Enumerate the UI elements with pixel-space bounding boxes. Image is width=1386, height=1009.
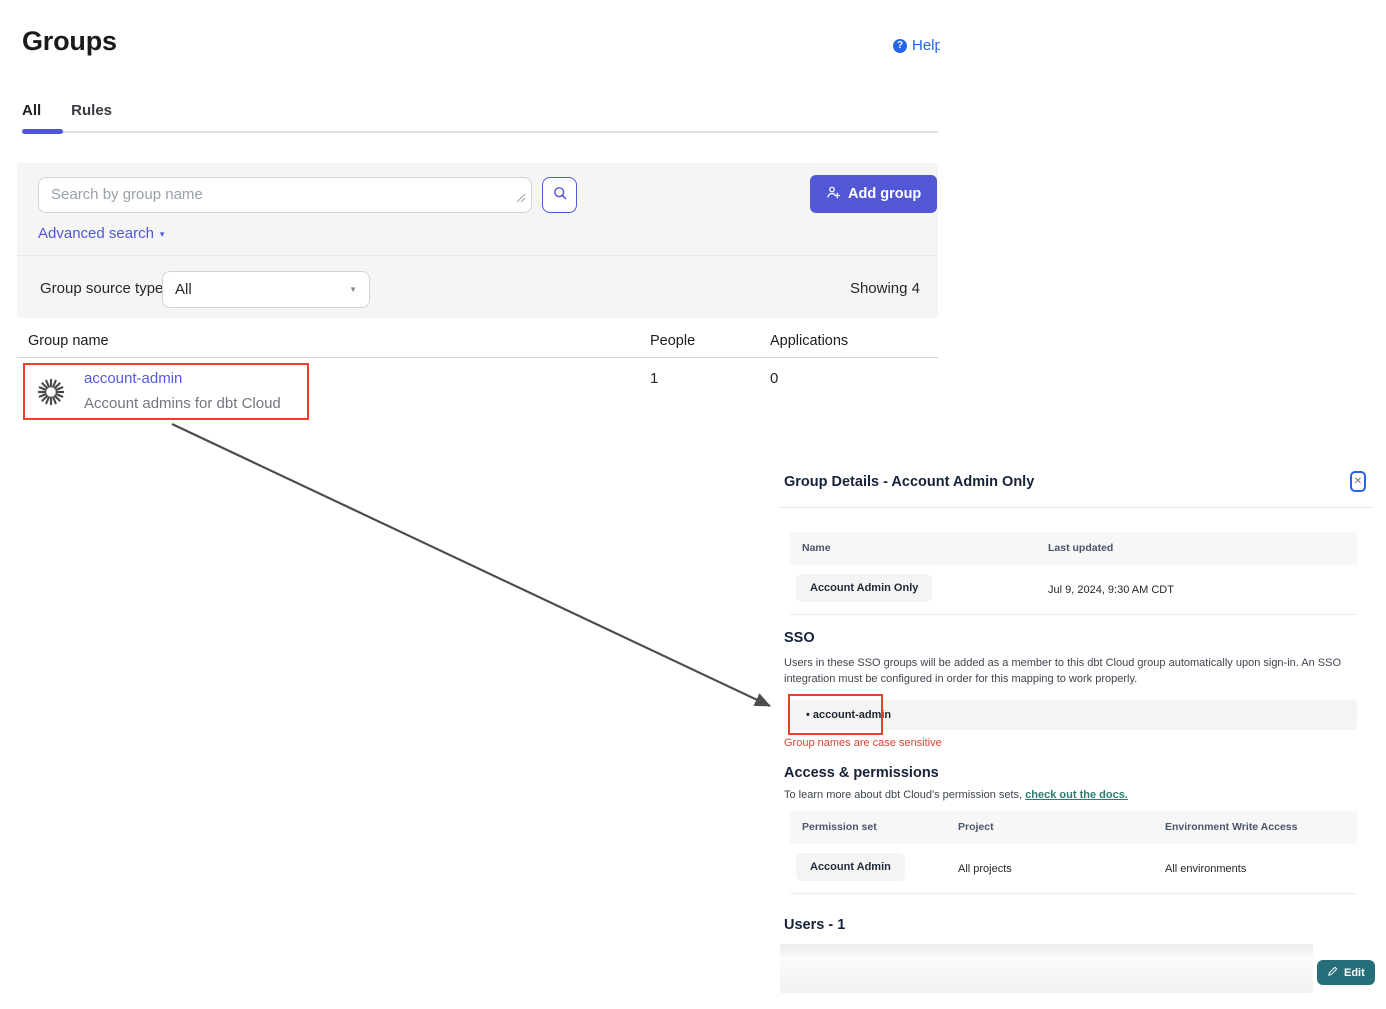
project-value: All projects bbox=[958, 844, 1012, 894]
env-write-access-column-header: Environment Write Access bbox=[1165, 811, 1297, 844]
case-sensitive-warning: Group names are case sensitive bbox=[784, 737, 942, 749]
project-column-header: Project bbox=[958, 811, 994, 844]
group-name-pill: Account Admin Only bbox=[796, 574, 932, 602]
chevron-down-icon: ▾ bbox=[160, 227, 165, 240]
permissions-table: Permission set Project Environment Write… bbox=[790, 811, 1357, 894]
column-header-people: People bbox=[650, 333, 695, 349]
group-row-description: Account admins for dbt Cloud bbox=[84, 395, 281, 412]
group-source-type-value: All bbox=[175, 281, 349, 298]
search-button[interactable] bbox=[542, 177, 577, 213]
last-updated-value: Jul 9, 2024, 9:30 AM CDT bbox=[1048, 565, 1174, 615]
users-heading: Users - 1 bbox=[784, 917, 845, 933]
tabs-divider bbox=[22, 131, 938, 133]
add-user-icon bbox=[826, 185, 841, 204]
group-details-panel: Group Details - Account Admin Only ✕ Nam… bbox=[780, 460, 1374, 1000]
pencil-icon bbox=[1327, 965, 1339, 980]
details-title: Group Details - Account Admin Only bbox=[784, 474, 1034, 490]
group-row-name-link[interactable]: account-admin bbox=[84, 370, 182, 387]
footer-shadow-band bbox=[780, 944, 1313, 956]
screen: Groups ? Help All Rules Add group bbox=[0, 0, 1386, 1009]
name-table-header: Name Last updated bbox=[790, 532, 1357, 565]
permissions-heading: Access & permissions bbox=[784, 765, 939, 781]
tab-bar: All Rules bbox=[22, 102, 112, 119]
help-question-icon: ? bbox=[893, 39, 907, 53]
search-input[interactable] bbox=[38, 177, 532, 213]
permissions-description-text: To learn more about dbt Cloud's permissi… bbox=[784, 789, 1025, 801]
footer-bar bbox=[780, 956, 1313, 993]
env-write-access-value: All environments bbox=[1165, 844, 1246, 894]
search-icon bbox=[552, 185, 568, 206]
name-column-header: Name bbox=[802, 532, 831, 565]
add-group-label: Add group bbox=[848, 186, 921, 202]
add-group-button[interactable]: Add group bbox=[810, 175, 937, 213]
group-source-type-select[interactable]: All ▼ bbox=[162, 271, 370, 308]
permissions-table-row: Account Admin All projects All environme… bbox=[790, 844, 1357, 894]
name-table-row: Account Admin Only Jul 9, 2024, 9:30 AM … bbox=[790, 565, 1357, 615]
select-caret-icon: ▼ bbox=[349, 285, 357, 294]
group-row-applications-count: 0 bbox=[770, 370, 778, 387]
table-header-divider bbox=[17, 357, 938, 358]
name-table: Name Last updated Account Admin Only Jul… bbox=[790, 532, 1357, 615]
permission-set-pill: Account Admin bbox=[796, 853, 905, 881]
permission-set-column-header: Permission set bbox=[802, 811, 877, 844]
edit-label: Edit bbox=[1344, 967, 1365, 979]
showing-count: Showing 4 bbox=[850, 280, 920, 297]
help-link[interactable]: ? Help bbox=[893, 37, 940, 54]
tab-rules[interactable]: Rules bbox=[71, 102, 112, 119]
group-source-type-label: Group source type bbox=[40, 280, 163, 297]
column-header-applications: Applications bbox=[770, 333, 848, 349]
resize-grip-icon[interactable] bbox=[516, 190, 526, 208]
sso-group-bar: • account-admin bbox=[790, 700, 1357, 730]
filter-panel-divider bbox=[17, 255, 938, 256]
sso-heading: SSO bbox=[784, 630, 815, 646]
last-updated-column-header: Last updated bbox=[1048, 532, 1113, 565]
edit-button[interactable]: Edit bbox=[1317, 960, 1375, 985]
column-header-group-name: Group name bbox=[28, 333, 109, 349]
group-row-people-count: 1 bbox=[650, 370, 658, 387]
details-divider bbox=[780, 507, 1372, 508]
close-button[interactable]: ✕ bbox=[1350, 471, 1366, 492]
close-icon: ✕ bbox=[1354, 476, 1362, 487]
page-title: Groups bbox=[22, 26, 117, 57]
sso-description: Users in these SSO groups will be added … bbox=[784, 656, 1360, 688]
advanced-search-toggle[interactable]: Advanced search ▾ bbox=[38, 225, 164, 242]
bullet-icon: • bbox=[806, 709, 810, 721]
search-field-wrap bbox=[38, 177, 532, 213]
tab-all[interactable]: All bbox=[22, 102, 41, 119]
permissions-description: To learn more about dbt Cloud's permissi… bbox=[784, 789, 1128, 801]
permissions-table-header: Permission set Project Environment Write… bbox=[790, 811, 1357, 844]
sso-group-name: account-admin bbox=[813, 709, 891, 721]
docs-link[interactable]: check out the docs. bbox=[1025, 789, 1128, 801]
help-label: Help bbox=[912, 37, 940, 54]
sso-group-tag: • account-admin bbox=[806, 700, 891, 730]
group-starburst-icon bbox=[36, 377, 66, 412]
active-tab-indicator bbox=[22, 129, 63, 134]
advanced-search-label: Advanced search bbox=[38, 225, 154, 242]
filter-panel: Add group Advanced search ▾ Group source… bbox=[17, 163, 938, 318]
